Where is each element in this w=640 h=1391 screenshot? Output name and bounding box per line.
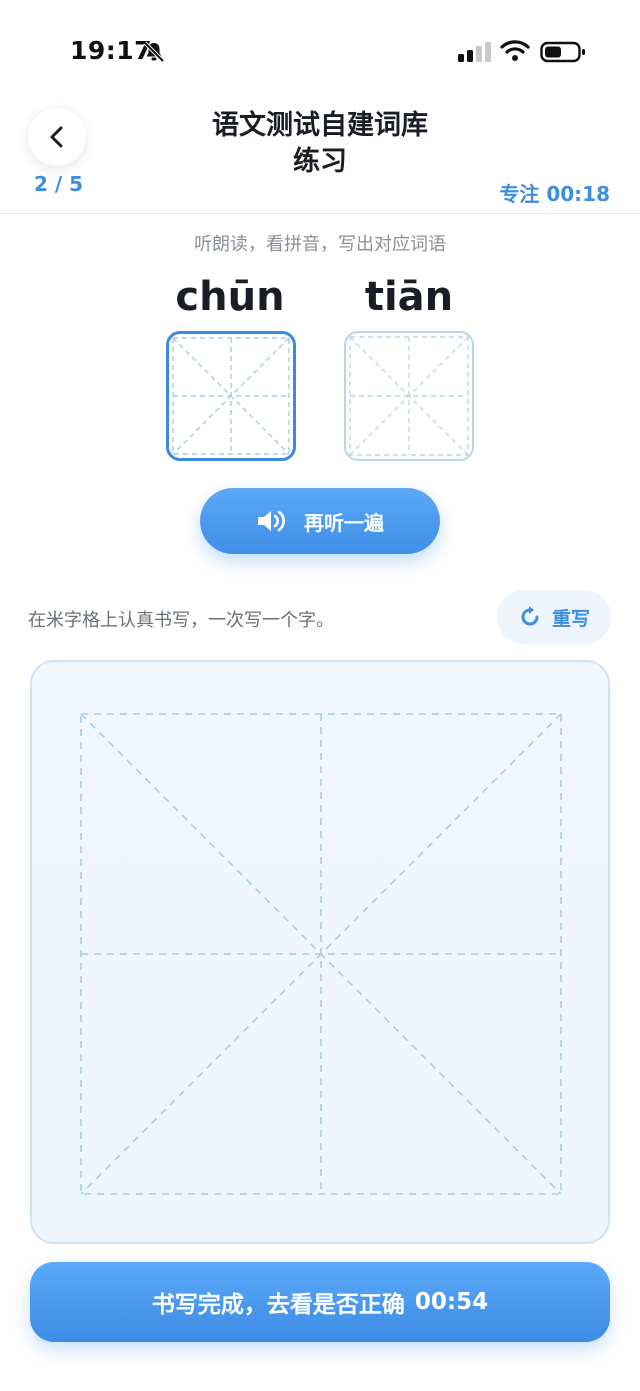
page-title-line1: 语文测试自建词库 — [212, 110, 428, 141]
submit-writing-button[interactable]: 书写完成，去看是否正确 00:54 — [30, 1262, 610, 1342]
pinyin-2: tiān — [364, 274, 454, 320]
speaker-icon — [258, 510, 285, 532]
refresh-icon — [521, 606, 539, 626]
header-divider — [0, 213, 640, 214]
writing-pad[interactable] — [30, 660, 610, 1244]
mi-grid-icon — [349, 336, 469, 456]
page-title-line2: 练习 — [293, 146, 347, 177]
mi-grid-large-icon — [80, 713, 562, 1195]
focus-timer: 专注 00:18 — [499, 182, 610, 206]
rewrite-label: 重写 — [551, 607, 590, 630]
listen-again-label: 再听一遍 — [304, 510, 384, 535]
submit-label: 书写完成，去看是否正确 — [151, 1292, 405, 1318]
battery-icon — [540, 41, 585, 63]
rewrite-button[interactable]: 重写 — [497, 590, 611, 644]
status-time: 19:17 — [70, 36, 153, 65]
answer-cell-1[interactable] — [166, 331, 296, 461]
mi-grid-icon — [172, 337, 290, 455]
wifi-icon — [500, 40, 530, 61]
bell-muted-icon — [143, 41, 165, 63]
chevron-left-icon — [50, 126, 63, 148]
question-progress: 2 / 5 — [34, 172, 84, 196]
pinyin-1: chūn — [175, 274, 285, 320]
listen-again-button[interactable]: 再听一遍 — [200, 488, 440, 554]
instruction-text: 听朗读，看拼音，写出对应词语 — [194, 234, 446, 255]
page-title: 语文测试自建词库 练习 — [160, 108, 480, 180]
back-button[interactable] — [28, 108, 86, 166]
submit-countdown: 00:54 — [414, 1289, 489, 1315]
cellular-signal-icon — [458, 42, 491, 62]
writing-hint: 在米字格上认真书写，一次写一个字。 — [28, 610, 334, 631]
answer-cell-2[interactable] — [344, 331, 474, 461]
